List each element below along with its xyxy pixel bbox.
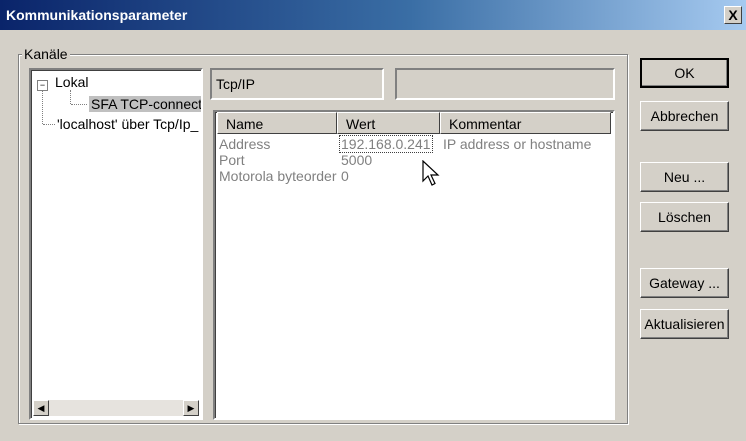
tree-item-sfa-tcp[interactable]: SFA TCP-connectio [89,96,201,112]
column-header-name[interactable]: Name [217,112,337,134]
column-header-value[interactable]: Wert [337,112,440,134]
tree-line [42,90,43,124]
tree-item-localhost[interactable]: 'localhost' über Tcp/Ip_ [57,116,198,132]
tree-item-lokal[interactable]: Lokal [55,74,88,90]
param-value[interactable]: 5000 [341,152,372,168]
ok-button[interactable]: OK [640,58,729,88]
delete-button[interactable]: Löschen [640,202,729,232]
title-bar[interactable]: Kommunikationsparameter X [0,0,746,30]
tree-line [71,104,87,105]
close-icon[interactable]: X [724,6,742,24]
window-title: Kommunikationsparameter [6,7,188,23]
param-value[interactable]: 192.168.0.241 [339,135,433,153]
cancel-button[interactable]: Abbrechen [640,101,729,131]
param-name[interactable]: Address [219,136,270,152]
channels-group-label: Kanäle [22,46,70,62]
param-name[interactable]: Motorola byteorder [219,168,337,184]
mouse-pointer-icon [422,160,440,186]
new-button[interactable]: Neu ... [640,162,729,192]
arrow-right-icon[interactable]: ▶ [183,400,199,416]
arrow-left-icon[interactable]: ◀ [33,400,49,416]
param-value[interactable]: 0 [341,168,349,184]
gateway-button[interactable]: Gateway ... [640,268,729,298]
driver-name-field: Tcp/IP [210,68,384,100]
tree-line [43,124,55,125]
param-name[interactable]: Port [219,152,245,168]
column-header-comment[interactable]: Kommentar [440,112,611,134]
tree-line [70,90,71,104]
driver-extra-field [395,68,615,100]
horizontal-scrollbar[interactable]: ◀ ▶ [33,400,199,416]
refresh-button[interactable]: Aktualisieren [640,309,729,339]
dialog-window: Kommunikationsparameter X Kanäle − Lokal… [0,0,746,441]
param-comment: IP address or hostname [443,136,592,152]
parameter-list[interactable]: Name Wert Kommentar Address 192.168.0.24… [213,110,615,420]
channel-tree[interactable]: − Lokal SFA TCP-connectio 'localhost' üb… [29,68,203,420]
